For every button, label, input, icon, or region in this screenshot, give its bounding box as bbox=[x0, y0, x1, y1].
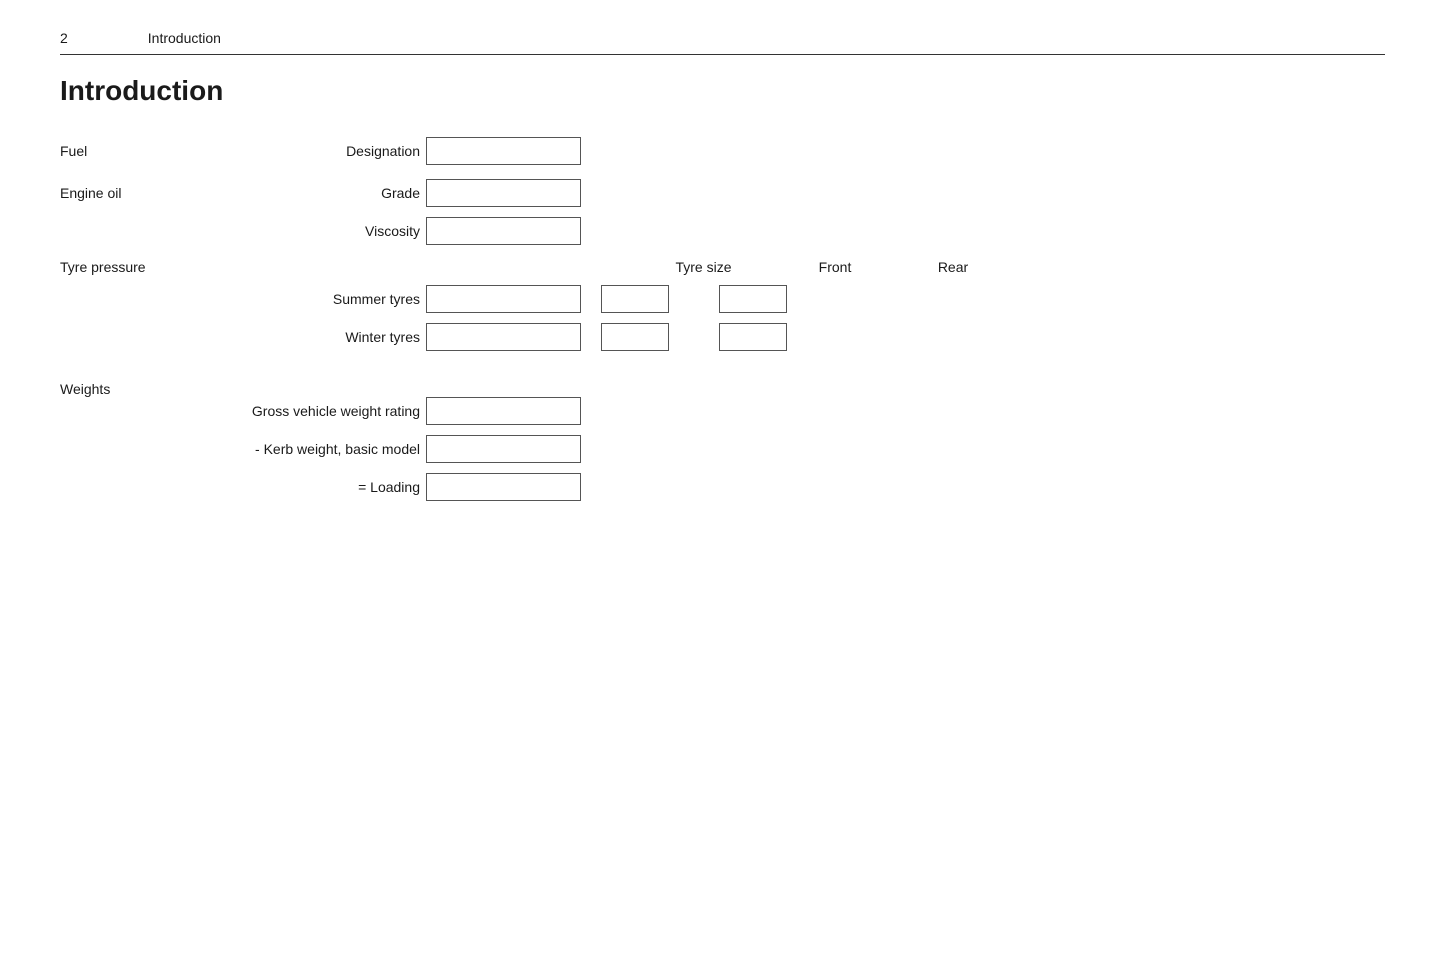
page-title: Introduction bbox=[60, 75, 1385, 107]
winter-rear-input[interactable] bbox=[719, 323, 787, 351]
kerb-weight-label: - Kerb weight, basic model bbox=[60, 441, 420, 457]
gvwr-row: Gross vehicle weight rating bbox=[60, 397, 1385, 425]
col-front-label: Front bbox=[801, 259, 869, 275]
summer-tyre-size-input[interactable] bbox=[426, 285, 581, 313]
tyre-header-row: Tyre pressure Tyre size Front Rear bbox=[60, 259, 1385, 275]
designation-input[interactable] bbox=[426, 137, 581, 165]
kerb-weight-row: - Kerb weight, basic model bbox=[60, 435, 1385, 463]
engine-oil-label: Engine oil bbox=[60, 185, 260, 201]
winter-tyres-label: Winter tyres bbox=[260, 329, 420, 345]
page-header: 2 Introduction bbox=[60, 30, 1385, 55]
winter-front-input[interactable] bbox=[601, 323, 669, 351]
engine-oil-grade-row: Engine oil Grade bbox=[60, 179, 1385, 207]
weights-label-row: Weights bbox=[60, 381, 1385, 397]
tyre-pressure-label: Tyre pressure bbox=[60, 259, 260, 275]
summer-rear-input[interactable] bbox=[719, 285, 787, 313]
engine-oil-section: Engine oil Grade Viscosity bbox=[60, 179, 1385, 245]
gvwr-input[interactable] bbox=[426, 397, 581, 425]
winter-tyre-size-input[interactable] bbox=[426, 323, 581, 351]
summer-front-input[interactable] bbox=[601, 285, 669, 313]
weights-label: Weights bbox=[60, 381, 110, 397]
grade-label: Grade bbox=[260, 185, 420, 201]
header-title: Introduction bbox=[148, 30, 221, 46]
grade-input[interactable] bbox=[426, 179, 581, 207]
winter-tyres-row: Winter tyres bbox=[60, 323, 1385, 351]
page-number: 2 bbox=[60, 30, 68, 46]
loading-input[interactable] bbox=[426, 473, 581, 501]
weights-section: Weights Gross vehicle weight rating - Ke… bbox=[60, 381, 1385, 501]
kerb-weight-input[interactable] bbox=[426, 435, 581, 463]
loading-label: = Loading bbox=[60, 479, 420, 495]
loading-row: = Loading bbox=[60, 473, 1385, 501]
summer-tyres-row: Summer tyres bbox=[60, 285, 1385, 313]
gvwr-label: Gross vehicle weight rating bbox=[60, 403, 420, 419]
viscosity-label: Viscosity bbox=[260, 223, 420, 239]
page-container: 2 Introduction Introduction Fuel Designa… bbox=[0, 0, 1445, 551]
engine-oil-viscosity-row: Viscosity bbox=[60, 217, 1385, 245]
col-tyre-size-label: Tyre size bbox=[626, 259, 781, 275]
designation-label: Designation bbox=[260, 143, 420, 159]
fuel-section: Fuel Designation bbox=[60, 137, 1385, 165]
tyre-pressure-section: Tyre pressure Tyre size Front Rear Summe… bbox=[60, 259, 1385, 351]
fuel-label: Fuel bbox=[60, 143, 260, 159]
content-area: Fuel Designation Engine oil Grade Viscos… bbox=[60, 137, 1385, 501]
col-rear-label: Rear bbox=[919, 259, 987, 275]
viscosity-input[interactable] bbox=[426, 217, 581, 245]
summer-tyres-label: Summer tyres bbox=[260, 291, 420, 307]
